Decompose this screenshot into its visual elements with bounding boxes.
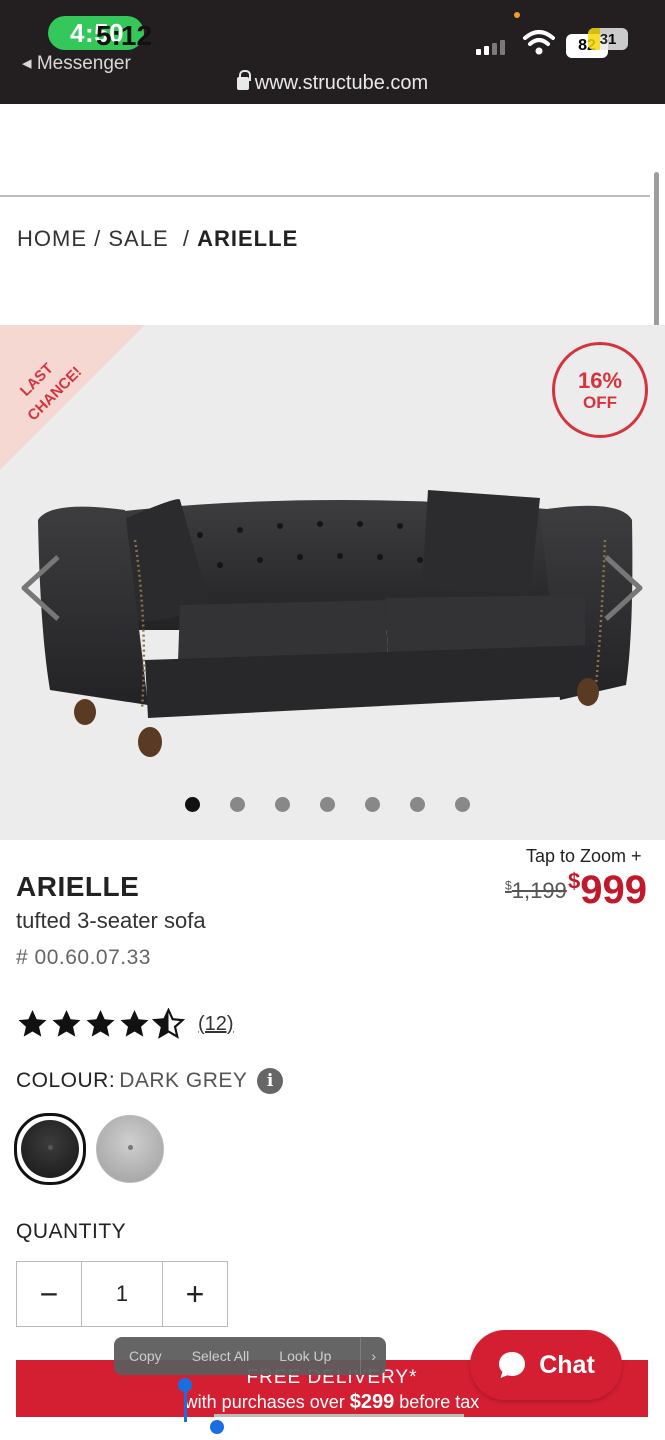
star-half-icon xyxy=(152,1008,185,1039)
tuft-button-mark xyxy=(128,1145,133,1150)
breadcrumb-separator: / xyxy=(182,226,190,251)
tap-to-zoom-link[interactable]: Tap to Zoom + xyxy=(526,846,642,867)
chat-bubble-icon xyxy=(499,1352,526,1378)
selection-start-handle[interactable] xyxy=(178,1378,192,1392)
address-bar[interactable]: www.structube.com xyxy=(0,70,665,95)
gallery-pagination-dots xyxy=(185,797,470,812)
star-full-icon xyxy=(18,1010,47,1037)
rating-stars[interactable]: (12) xyxy=(16,1008,234,1040)
sofa-product-image xyxy=(38,490,633,757)
colour-swatch-light-grey[interactable] xyxy=(96,1115,164,1183)
chat-label: Chat xyxy=(539,1350,595,1379)
colour-value: DARK GREY xyxy=(119,1069,248,1092)
url-text: www.structube.com xyxy=(254,72,429,94)
product-description: tufted 3-seater sofa xyxy=(16,908,206,933)
product-name: ARIELLE xyxy=(16,871,140,902)
copy-menu-item[interactable]: Copy xyxy=(114,1348,177,1364)
breadcrumb-separator: / xyxy=(94,226,102,251)
quantity-increase-button[interactable]: + xyxy=(163,1262,227,1326)
colour-selector-label: COLOUR: DARK GREY i xyxy=(16,1068,284,1094)
dark-grey-fabric-sample xyxy=(21,1120,79,1178)
delivery-condition-text: with purchases over xyxy=(184,1392,350,1412)
discount-percent: 16% xyxy=(577,367,623,393)
product-sku: # 00.60.07.33 xyxy=(16,946,151,969)
breadcrumb-current: ARIELLE xyxy=(197,226,299,251)
header-divider xyxy=(0,195,650,197)
privacy-dot-icon xyxy=(514,12,520,18)
discount-off-label: OFF xyxy=(583,392,617,412)
look-up-menu-item[interactable]: Look Up xyxy=(264,1348,346,1364)
star-full-icon xyxy=(52,1010,81,1037)
original-price: $1,199 xyxy=(505,878,567,904)
lock-icon xyxy=(236,70,251,90)
quantity-input[interactable]: 1 xyxy=(81,1262,163,1326)
previous-image-arrow-icon[interactable] xyxy=(18,553,62,623)
breadcrumb-sale[interactable]: SALE xyxy=(108,226,168,251)
gallery-dot[interactable] xyxy=(230,797,245,812)
quantity-stepper: − 1 + xyxy=(16,1261,228,1327)
selection-highlight-bar xyxy=(214,1414,464,1417)
text-selection-menu: Copy Select All Look Up › xyxy=(114,1337,386,1375)
original-price-value: 1,199 xyxy=(511,878,567,903)
review-count-link[interactable]: (12) xyxy=(198,1013,234,1036)
battery-icon-overlay: 31 xyxy=(588,28,628,50)
gallery-dot[interactable] xyxy=(365,797,380,812)
breadcrumb: HOME / SALE / ARIELLE xyxy=(17,226,298,252)
product-image-gallery[interactable]: LAST CHANCE! 16% OFF xyxy=(0,325,665,840)
gallery-dot[interactable] xyxy=(410,797,425,812)
sale-price-currency: $ xyxy=(568,868,581,894)
sale-price-value: 999 xyxy=(580,868,647,912)
colour-label: COLOUR: xyxy=(16,1069,116,1092)
breadcrumb-home[interactable]: HOME xyxy=(17,226,87,251)
gallery-dot[interactable] xyxy=(185,797,200,812)
wifi-icon xyxy=(523,30,555,55)
star-full-icon xyxy=(120,1010,149,1037)
selection-end-handle[interactable] xyxy=(210,1420,224,1434)
gallery-dot[interactable] xyxy=(275,797,290,812)
tuft-button-mark xyxy=(48,1145,53,1150)
delivery-threshold: $299 xyxy=(349,1391,395,1413)
discount-badge: 16% OFF xyxy=(552,342,648,438)
cellular-signal-icon xyxy=(476,40,505,55)
star-full-icon xyxy=(86,1010,115,1037)
original-price-currency: $ xyxy=(505,878,512,893)
info-icon[interactable]: i xyxy=(257,1068,284,1094)
quantity-decrease-button[interactable]: − xyxy=(17,1262,81,1326)
selection-caret xyxy=(184,1392,187,1422)
status-time-overlay: 5:12 xyxy=(96,20,153,51)
status-bar: 4:50 5:12 ◂ Messenger 82 31 www.structub… xyxy=(0,0,665,104)
delivery-condition-suffix: before tax xyxy=(394,1392,480,1412)
last-chance-ribbon: LAST CHANCE! xyxy=(0,325,145,470)
gallery-dot[interactable] xyxy=(455,797,470,812)
battery-level-overlay: 31 xyxy=(599,30,617,48)
select-all-menu-item[interactable]: Select All xyxy=(177,1348,265,1364)
sale-price: $999 xyxy=(568,868,647,913)
more-options-chevron-icon[interactable]: › xyxy=(360,1337,386,1375)
quantity-label: QUANTITY xyxy=(16,1220,127,1243)
next-image-arrow-icon[interactable] xyxy=(602,553,646,623)
gallery-dot[interactable] xyxy=(320,797,335,812)
chat-button[interactable]: Chat xyxy=(470,1330,622,1400)
colour-swatch-dark-grey[interactable] xyxy=(14,1113,86,1185)
